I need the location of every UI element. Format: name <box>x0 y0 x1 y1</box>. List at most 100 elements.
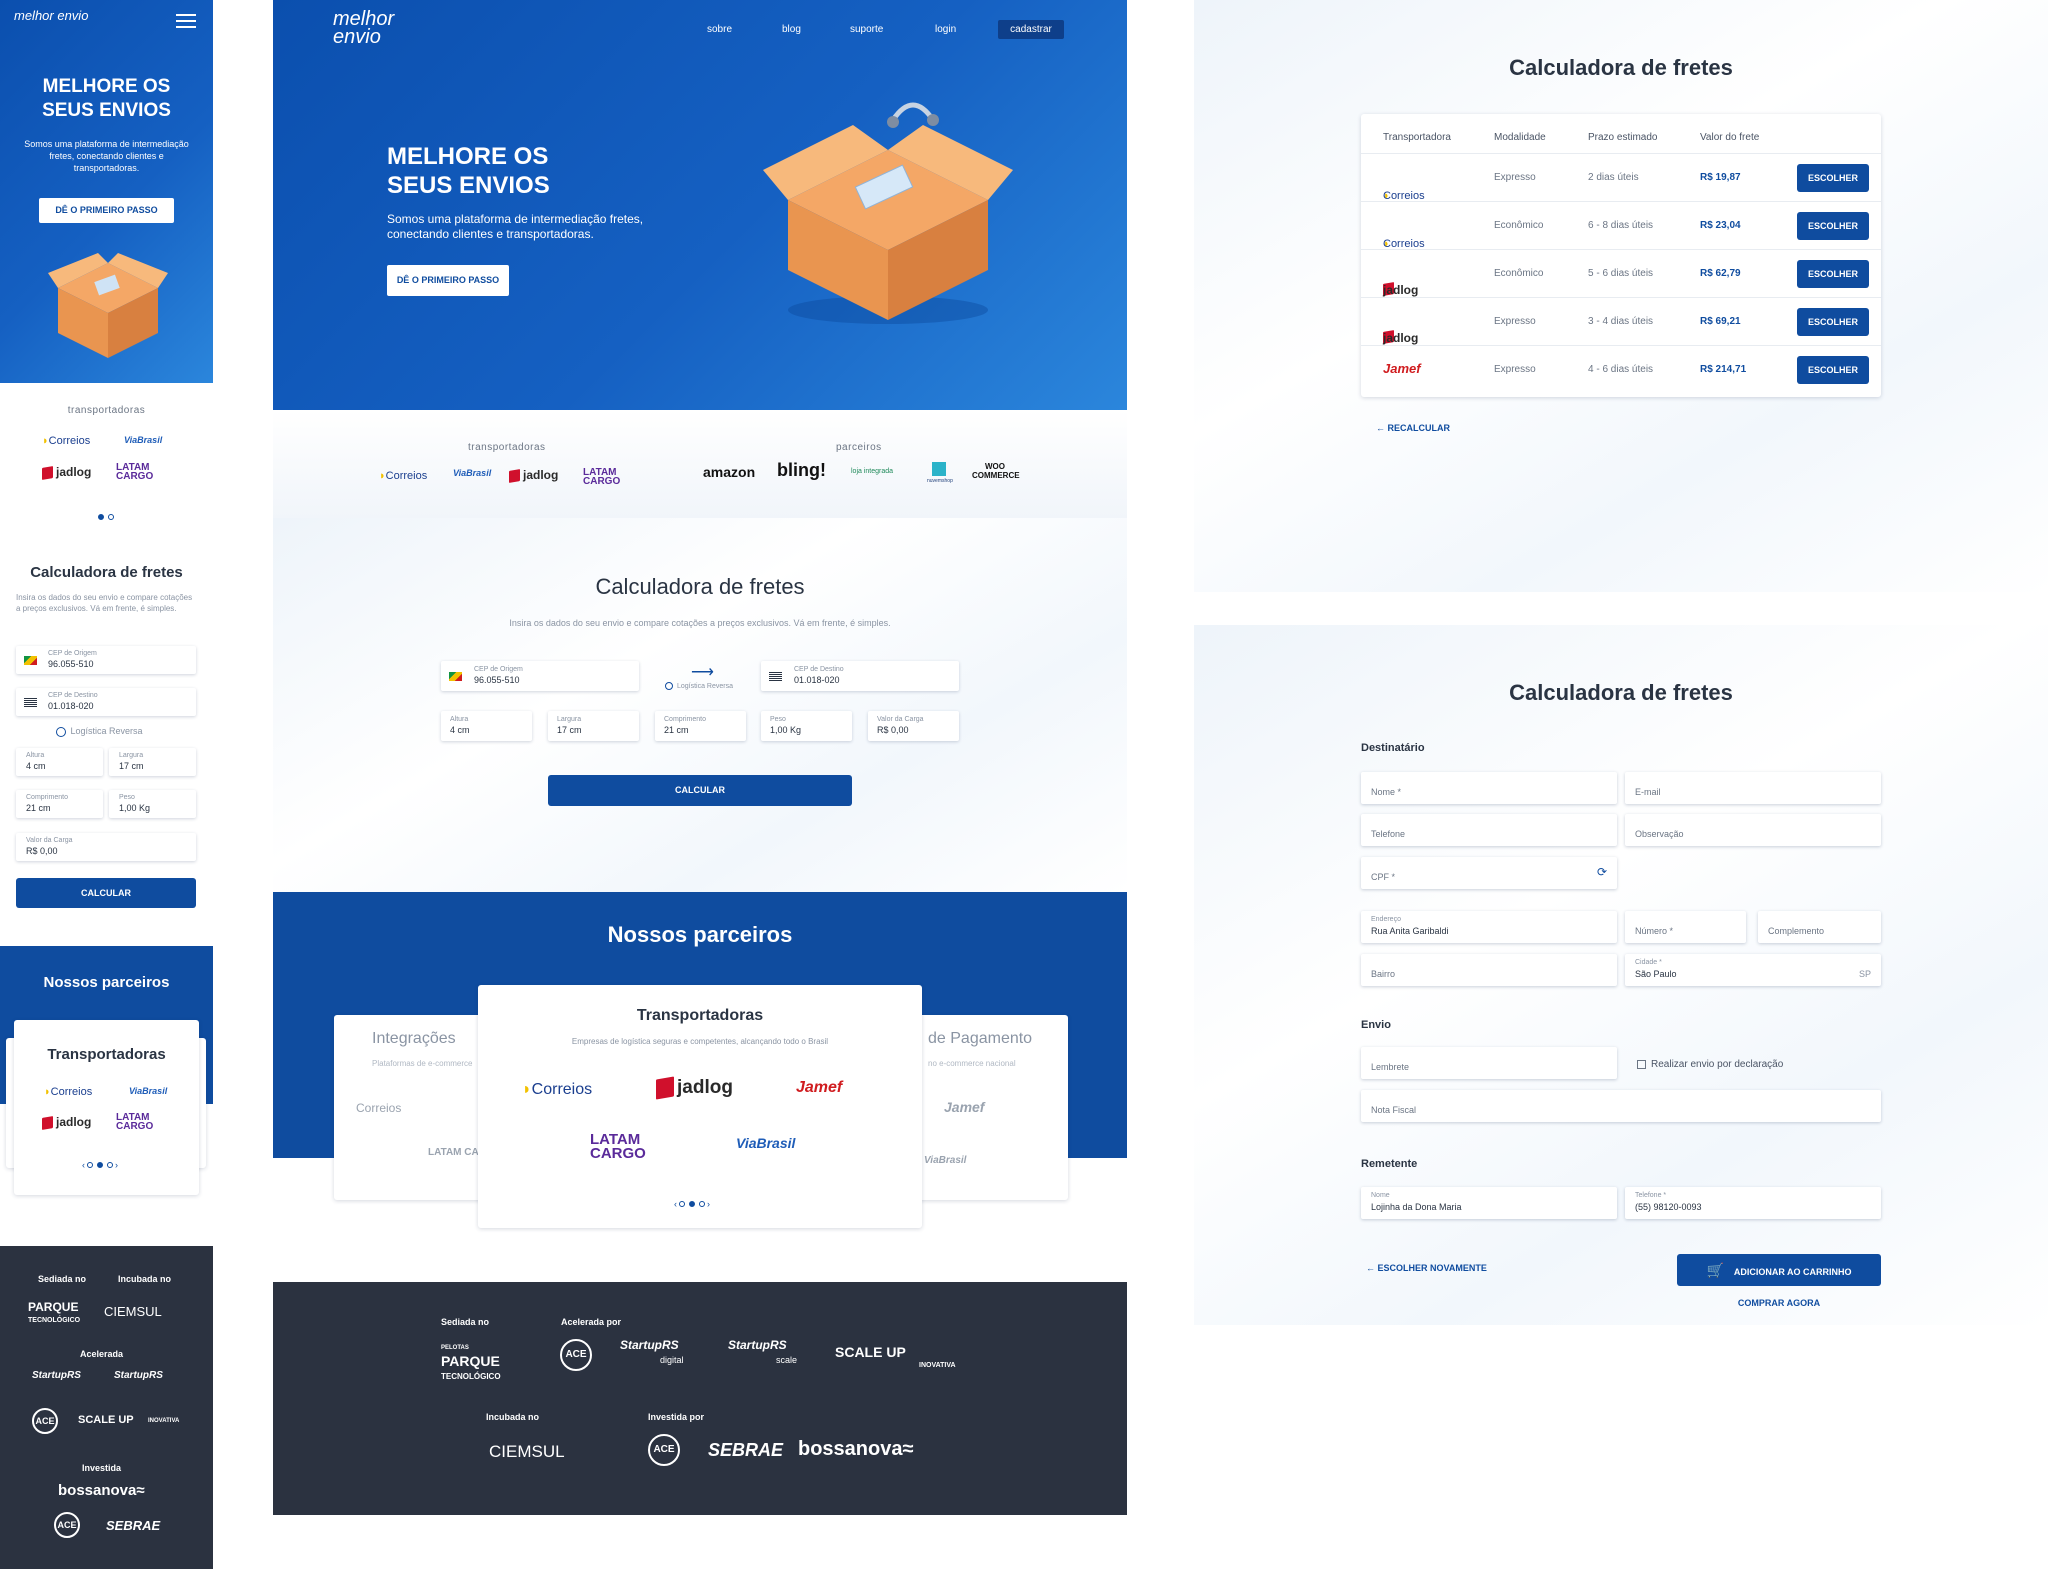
logo-strip: transportadoras parceiros ◗Correios ViaB… <box>273 410 1127 518</box>
number-field[interactable]: Número * <box>1625 911 1746 943</box>
address-field[interactable]: Endereço Rua Anita Garibaldi <box>1361 911 1617 943</box>
mobile-height-field[interactable]: Altura 4 cm <box>16 748 103 776</box>
brazil-sp-flag-icon <box>769 672 782 681</box>
width-field[interactable]: Largura 17 cm <box>548 711 639 741</box>
form-page: Calculadora de fretes Destinatário Nome … <box>1194 625 2048 1325</box>
viabrasil-logo: ViaBrasil <box>736 1135 796 1151</box>
jamef-logo: Jamef <box>1383 361 1421 376</box>
footer-hosted-label: Sediada no <box>441 1317 490 1327</box>
choose-button[interactable]: ESCOLHER <box>1797 164 1869 192</box>
hero-subtitle: Somos uma plataforma de intermediação fr… <box>387 212 644 241</box>
hero-button[interactable]: DÊ O PRIMEIRO PASSO <box>387 265 509 296</box>
phone-field[interactable]: Telefone <box>1361 814 1617 846</box>
mobile-card-pager[interactable]: ‹ › <box>82 1160 118 1170</box>
jamef-logo-gray: Jamef <box>944 1099 985 1115</box>
desktop-logo[interactable]: melhor envio <box>333 9 413 47</box>
complement-field[interactable]: Complemento <box>1758 911 1881 943</box>
refresh-icon[interactable]: ⟳ <box>1597 865 1607 879</box>
checkbox-icon[interactable] <box>1637 1059 1646 1069</box>
invoice-field[interactable]: Nota Fiscal <box>1361 1090 1881 1122</box>
col-mode: Modalidade <box>1494 132 1546 143</box>
length-field[interactable]: Comprimento 21 cm <box>655 711 746 741</box>
mobile-partners-title: Nossos parceiros <box>43 974 170 991</box>
reverse-logistics-toggle[interactable]: Logística Reversa <box>663 682 733 690</box>
arrow-left-icon: ← <box>1366 1263 1375 1273</box>
amazon-logo: amazon <box>703 464 756 480</box>
hamburger-menu-icon[interactable] <box>176 14 196 28</box>
mobile-width-field[interactable]: Largura 17 cm <box>109 748 196 776</box>
mobile-page: melhor envio MELHORE OS SEUS ENVIOS Somo… <box>0 0 213 1569</box>
choose-button[interactable]: ESCOLHER <box>1797 260 1869 288</box>
district-field[interactable]: Bairro <box>1361 954 1617 986</box>
sebrae-logo: SEBRAE <box>106 1518 161 1533</box>
recalculate-link[interactable]: ← RECALCULAR <box>1376 423 1450 433</box>
quote-row: Jamef Expresso 4 - 6 dias úteis R$ 214,71… <box>1361 346 1881 394</box>
partners-label: parceiros <box>836 442 882 453</box>
choose-button[interactable]: ESCOLHER <box>1797 212 1869 240</box>
bling-logo: bling! <box>777 460 826 480</box>
email-field[interactable]: E-mail <box>1625 772 1881 804</box>
name-field[interactable]: Nome * <box>1361 772 1617 804</box>
add-to-cart-button[interactable]: 🛒 ADICIONAR AO CARRINHO <box>1677 1254 1881 1286</box>
reminder-field[interactable]: Lembrete <box>1361 1047 1617 1079</box>
note-field[interactable]: Observação <box>1625 814 1881 846</box>
cpf-field[interactable]: CPF * ⟳ <box>1361 857 1617 889</box>
ace-logo: ACE <box>648 1434 680 1466</box>
city-field[interactable]: Cidade * São Paulo SP <box>1625 954 1881 986</box>
parque-logo: PARQUE TECNOLÓGICO <box>28 1300 81 1324</box>
hero-title-1: MELHORE OS <box>387 143 549 170</box>
value-field[interactable]: Valor da Carga R$ 0,00 <box>868 711 959 741</box>
mobile-reverse-toggle[interactable]: Logística Reversa <box>54 726 143 737</box>
declaration-checkbox[interactable]: Realizar envio por declaração <box>1637 1059 1783 1070</box>
footer-hosted-label: Sediada no <box>38 1274 87 1284</box>
carriers-card[interactable]: Transportadoras Empresas de logística se… <box>478 985 922 1228</box>
mobile-weight-field[interactable]: Peso 1,00 Kg <box>109 790 196 818</box>
quote-row: jadlog Expresso 3 - 4 dias úteis R$ 69,21… <box>1361 298 1881 346</box>
mobile-hero: melhor envio MELHORE OS SEUS ENVIOS Somo… <box>0 0 213 383</box>
viabrasil-logo: ViaBrasil <box>124 435 163 445</box>
nav-suporte[interactable]: suporte <box>850 24 883 35</box>
hero-title-2: SEUS ENVIOS <box>387 172 550 199</box>
mobile-origin-field[interactable]: CEP de Origem 96.055-510 <box>16 646 196 674</box>
inovativa-logo: INOVATIVA <box>148 1418 180 1424</box>
carriers-label: transportadoras <box>468 442 546 453</box>
choose-again-link[interactable]: ← ESCOLHER NOVAMENTE <box>1366 1263 1487 1273</box>
jadlog-logo: jadlog <box>42 465 91 480</box>
dest-field[interactable]: CEP de Destino 01.018-020 <box>761 661 959 691</box>
nav-cadastrar-button[interactable]: cadastrar <box>998 20 1064 39</box>
mobile-value-field[interactable]: Valor da Carga R$ 0,00 <box>16 833 196 861</box>
sender-phone-field[interactable]: Telefone * (55) 98120-0093 <box>1625 1187 1881 1219</box>
choose-button[interactable]: ESCOLHER <box>1797 356 1869 384</box>
desktop-calculator: Calculadora de fretes Insira os dados do… <box>273 518 1127 892</box>
calc-title: Calculadora de fretes <box>595 574 805 599</box>
scaleup-logo: SCALE UP <box>835 1344 906 1360</box>
quotes-header: Transportadora Modalidade Prazo estimado… <box>1361 114 1881 154</box>
mobile-hero-button[interactable]: DÊ O PRIMEIRO PASSO <box>39 198 174 223</box>
jadlog-logo: jadlog <box>42 1115 91 1130</box>
nav-sobre[interactable]: sobre <box>707 24 732 35</box>
origin-field[interactable]: CEP de Origem 96.055-510 <box>441 661 639 691</box>
ace-logo: ACE <box>560 1339 592 1371</box>
correios-logo: ◗Correios <box>42 435 91 447</box>
nav-blog[interactable]: blog <box>782 24 801 35</box>
box-illustration <box>48 253 168 358</box>
mobile-dest-field[interactable]: CEP de Destino 01.018-020 <box>16 688 196 716</box>
weight-field[interactable]: Peso 1,00 Kg <box>761 711 852 741</box>
footer-incubated-label: Incubada no <box>118 1274 172 1284</box>
mobile-logo[interactable]: melhor envio <box>14 9 88 22</box>
sender-name-field[interactable]: Nome Lojinha da Dona Maria <box>1361 1187 1617 1219</box>
nav-login[interactable]: login <box>935 24 956 35</box>
nuvemshop-logo: nuvemshop <box>927 462 953 484</box>
mobile-length-field[interactable]: Comprimento 21 cm <box>16 790 103 818</box>
choose-button[interactable]: ESCOLHER <box>1797 308 1869 336</box>
quote-row: jadlog Econômico 5 - 6 dias úteis R$ 62,7… <box>1361 250 1881 298</box>
col-carrier: Transportadora <box>1383 132 1451 143</box>
carriers-card-pager[interactable]: ‹ › <box>674 1199 710 1209</box>
height-field[interactable]: Altura 4 cm <box>441 711 532 741</box>
carousel-dots[interactable] <box>96 507 116 525</box>
sender-heading: Remetente <box>1361 1158 1418 1170</box>
mobile-calculate-button[interactable]: CALCULAR <box>16 878 196 908</box>
jamef-logo: Jamef <box>796 1079 843 1096</box>
buy-now-link[interactable]: COMPRAR AGORA <box>1677 1298 1881 1308</box>
calculate-button[interactable]: CALCULAR <box>548 775 852 806</box>
